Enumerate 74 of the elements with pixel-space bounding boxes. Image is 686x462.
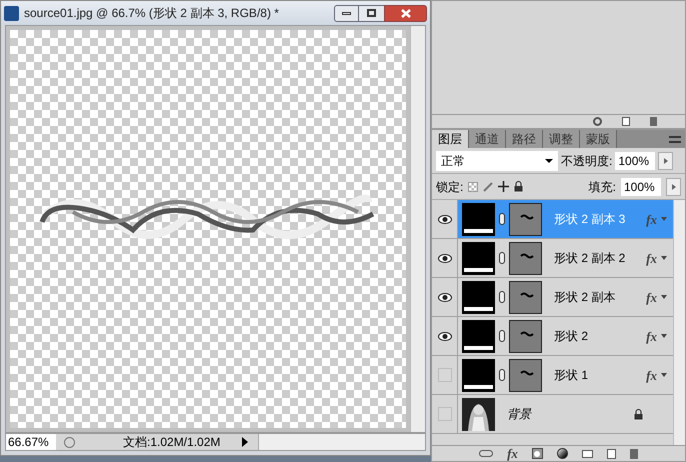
layer-name: 形状 2 [554,328,588,345]
link-icon [499,213,505,225]
add-style-button[interactable]: fx [507,447,518,460]
close-button[interactable] [384,4,427,22]
minimize-button[interactable] [334,4,359,22]
layer-name: 形状 1 [554,367,588,384]
opacity-label: 不透明度: [561,152,612,170]
maximize-button[interactable] [359,4,384,22]
layer-thumbnail [462,202,495,236]
layer-name: 形状 2 副本 3 [554,211,626,228]
link-icon [499,291,505,303]
expand-arrow-icon[interactable] [661,256,667,260]
layers-scrollbar[interactable] [673,200,685,445]
effects-label: fx [646,330,657,342]
effects-label: fx [646,212,657,226]
eye-icon [438,292,452,302]
fill-label: 填充: [588,178,616,196]
eye-icon [438,214,452,224]
folder-icon[interactable] [582,450,593,458]
link-icon[interactable] [479,450,494,457]
mask-thumbnail [509,358,542,392]
horizontal-scrollbar[interactable] [258,434,425,450]
app-icon [4,6,19,20]
layer-name: 形状 2 副本 2 [554,250,626,267]
new-layer-icon[interactable] [606,448,616,458]
blend-mode-dropdown[interactable]: 正常 [436,150,558,170]
expand-arrow-icon[interactable] [661,217,667,221]
lock-icon[interactable] [514,181,524,192]
expand-arrow-icon[interactable] [661,295,667,299]
panel-tab[interactable]: 图层 [432,130,469,148]
panel-tab[interactable]: 路径 [506,130,543,148]
window-title: source01.jpg @ 66.7% (形状 2 副本 3, RGB/8) * [24,5,279,22]
layer-thumbnail [462,358,495,392]
lock-transparency-icon[interactable] [468,182,478,192]
layer-thumbnail [462,280,495,314]
menu-arrow-icon[interactable] [242,437,248,447]
status-icon [64,436,75,448]
effects-label: fx [646,368,657,382]
eye-icon [438,332,452,340]
panel-tab[interactable]: 蒙版 [580,130,617,148]
close-icon [400,8,410,18]
eye-icon [438,254,452,262]
layer-thumbnail [462,242,495,274]
opacity-arrow-button[interactable] [658,152,674,170]
new-item-icon[interactable] [622,117,630,126]
link-icon [499,252,505,264]
vertical-scrollbar[interactable] [410,26,425,432]
layer-name: 形状 2 副本 [554,289,616,306]
fill-field[interactable]: 100% [621,178,661,196]
expand-arrow-icon[interactable] [661,373,667,377]
panel-tab[interactable]: 调整 [543,130,580,148]
mask-thumbnail [509,280,542,314]
fill-arrow-button[interactable] [666,178,681,196]
brush-icon[interactable] [483,182,494,192]
document-size: 文档:1.02M/1.02M [123,434,220,451]
link-icon [499,369,505,381]
lock-label: 锁定: [436,178,464,196]
move-icon[interactable] [498,181,510,192]
link-icon [499,330,505,342]
adjustment-icon[interactable] [556,448,568,459]
zoom-level[interactable]: 66.67% [6,434,56,450]
effects-label: fx [646,290,657,304]
layer-thumbnail [462,320,495,352]
mask-thumbnail [509,202,542,236]
panel-tab[interactable]: 通道 [469,130,506,148]
panel-menu-icon[interactable] [669,136,681,142]
layer-name: 背景 [507,406,531,423]
opacity-field[interactable]: 100% [615,152,656,170]
expand-arrow-icon[interactable] [661,334,667,338]
mask-icon[interactable] [532,448,543,459]
clear-icon[interactable] [593,117,602,126]
effects-label: fx [646,252,657,264]
mask-thumbnail [509,320,542,352]
mask-thumbnail [509,242,542,274]
